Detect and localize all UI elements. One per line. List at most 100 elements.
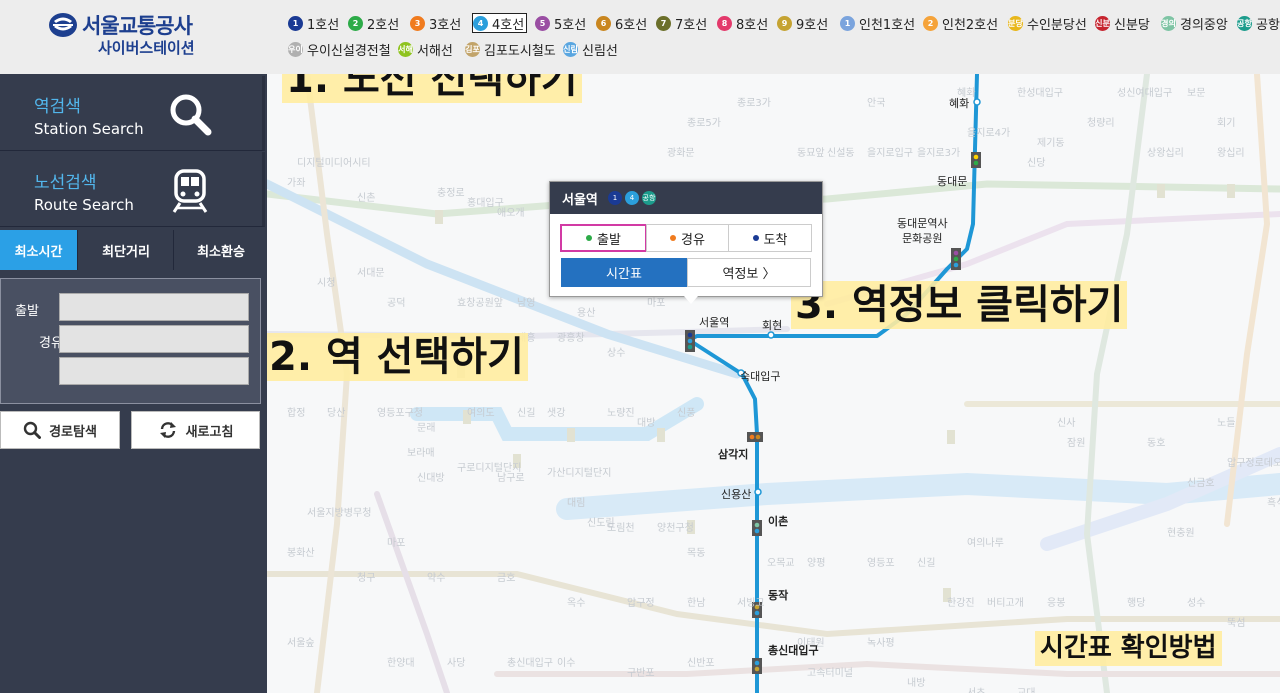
background-station-label: 한남 <box>687 598 706 609</box>
line-chip-16[interactable]: 우이 우이신설경전철 <box>288 40 391 59</box>
set-via-button[interactable]: 경유 <box>646 224 729 252</box>
line-chip-5[interactable]: 5 5호선 <box>535 14 586 33</box>
background-station-label: 양평 <box>807 558 826 569</box>
line-label: 3호선 <box>429 17 462 33</box>
line-chip-10[interactable]: 1 인천1호선 <box>840 14 915 33</box>
line-chip-8[interactable]: 8 8호선 <box>717 14 769 33</box>
popup-station-name: 서울역 <box>562 193 598 208</box>
background-station-label: 현충원 <box>1167 528 1195 539</box>
station-info-button[interactable]: 역정보 〉 <box>687 258 811 287</box>
background-station-label: 신대방 <box>417 473 445 484</box>
background-station-label: 도림천 <box>607 523 635 534</box>
line-chip-1[interactable]: 1 1호선 <box>288 14 339 33</box>
route-search-submit-button[interactable]: 경로탐색 <box>0 411 120 449</box>
popup-line4-badge: 4 <box>625 191 639 205</box>
station-search-button[interactable]: 역검색 Station Search <box>0 76 265 151</box>
line-badge-icon: 6 <box>596 15 611 31</box>
line-chip-18[interactable]: 김포 김포도시철도 <box>465 40 556 59</box>
station-dongjak[interactable]: 동작 <box>768 587 788 603</box>
line-badge-icon: 1 <box>840 15 855 31</box>
line-chip-9[interactable]: 9 9호선 <box>777 14 828 33</box>
background-station-label: 광흥창 <box>557 333 585 344</box>
line-label: 4호선 <box>492 17 525 33</box>
refresh-icon <box>159 422 176 438</box>
magnifier-icon <box>170 94 212 136</box>
line-chip-3[interactable]: 3 3호선 <box>410 14 462 33</box>
background-station-label: 서초 <box>967 684 985 693</box>
background-station-label: 남영 <box>517 298 536 309</box>
annotation-step2: 2. 역 선택하기 <box>267 333 528 381</box>
tab-min-transfer[interactable]: 최소환승 <box>175 230 268 270</box>
route-search-button[interactable]: 노선검색 Route Search <box>0 152 265 227</box>
departure-label: 출발 <box>15 304 39 319</box>
departure-input[interactable] <box>59 293 249 321</box>
station-chongshin[interactable]: 총신대입구 <box>768 642 819 658</box>
refresh-label: 새로고침 <box>185 424 234 440</box>
station-samgakji[interactable]: 삼각지 <box>718 446 748 462</box>
station-sookmyung[interactable]: 숙대입구 <box>740 368 780 384</box>
logo[interactable]: 서울교통공사 사이버스테이션 <box>48 10 208 60</box>
background-station-label: 용산 <box>577 308 596 319</box>
background-station-label: 가산디지털단지 <box>547 468 612 479</box>
line-chip-13[interactable]: 신분 신분당 <box>1095 14 1150 33</box>
popup-pointer <box>684 296 698 304</box>
popup-airport-badge: 공항 <box>642 191 656 205</box>
via-input[interactable] <box>59 325 249 353</box>
station-hoehyeon[interactable]: 회현 <box>762 317 782 333</box>
refresh-button[interactable]: 새로고침 <box>131 411 260 449</box>
background-station-label: 목동 <box>687 548 706 559</box>
background-station-label: 한강진 <box>947 598 975 609</box>
background-station-label: 공덕 <box>387 298 406 309</box>
background-station-label: 광화문 <box>667 148 695 159</box>
background-station-label: 상수 <box>607 348 626 359</box>
line-badge-icon: 서해 <box>398 41 413 57</box>
background-station-label: 구반포 <box>627 668 655 679</box>
station-hyehwa[interactable]: 혜화 <box>949 95 969 111</box>
line-chip-7[interactable]: 7 7호선 <box>656 14 707 33</box>
station-sinyongsan[interactable]: 신용산 <box>721 486 751 502</box>
background-station-label: 을지로4가 <box>967 128 1011 139</box>
line-label: 서해선 <box>417 43 453 59</box>
background-station-label: 성신여대입구 <box>1117 88 1173 99</box>
set-departure-label: 출발 <box>597 232 621 248</box>
station-ddp[interactable]: 동대문역사 문화공원 <box>897 216 948 246</box>
line-label: 8호선 <box>736 17 769 33</box>
background-station-label: 내방 <box>907 678 926 689</box>
station-dongdaemun[interactable]: 동대문 <box>937 173 967 189</box>
line-chip-12[interactable]: 분당 수인분당선 <box>1008 14 1087 33</box>
background-station-label: 을지로입구 <box>867 148 913 159</box>
station-ichon[interactable]: 이촌 <box>768 513 788 529</box>
background-station-label: 총신대입구 <box>507 658 553 669</box>
line-chip-17[interactable]: 서해 서해선 <box>398 40 453 59</box>
background-station-label: 동호 <box>1147 438 1166 449</box>
train-icon <box>172 169 208 213</box>
route-form: 출발 경유 <box>0 278 261 404</box>
line-chip-6[interactable]: 6 6호선 <box>596 14 647 33</box>
line-chip-2[interactable]: 2 2호선 <box>348 14 400 33</box>
line-chip-15[interactable]: 공항공항철도 <box>1237 14 1280 33</box>
tab-shortest-distance[interactable]: 최단거리 <box>79 230 174 270</box>
line-label: 수인분당선 <box>1027 17 1087 33</box>
subway-map[interactable]: 혜화 한성대입구 성신여대입구 보문 안국 종로3가 종로5가 동묘앞 신설동 제기동 청량리 회기 광… <box>267 74 1280 693</box>
background-station-label: 회기 <box>1217 118 1236 129</box>
background-station-label: 압구정로데오 <box>1227 458 1280 469</box>
line-chip-4[interactable]: 4 4호선 <box>471 13 528 33</box>
background-station-label: 디지털미디어시티 <box>297 158 371 169</box>
arrival-input[interactable] <box>59 357 249 385</box>
background-station-label: 노들 <box>1217 418 1236 429</box>
line-label: 인천2호선 <box>942 17 999 33</box>
route-search-submit-label: 경로탐색 <box>49 424 97 440</box>
station-seoul[interactable]: 서울역 <box>699 314 729 330</box>
set-arrival-label: 도착 <box>763 232 788 248</box>
line-chip-19[interactable]: 신림 신림선 <box>563 40 618 59</box>
tab-min-time[interactable]: 최소시간 <box>0 230 78 270</box>
line-chip-11[interactable]: 2 인천2호선 <box>923 14 999 33</box>
set-departure-button[interactable]: 출발 <box>560 224 647 252</box>
line-chip-14[interactable]: 경의 경의중앙 <box>1161 14 1228 33</box>
line-label: 신분당 <box>1114 17 1150 33</box>
set-arrival-button[interactable]: 도착 <box>728 224 812 252</box>
line-label: 2호선 <box>367 17 400 33</box>
line-badge-icon: 공항 <box>1237 15 1252 31</box>
background-station-label: 남구로 <box>497 473 525 484</box>
timetable-button[interactable]: 시간표 <box>561 258 687 287</box>
